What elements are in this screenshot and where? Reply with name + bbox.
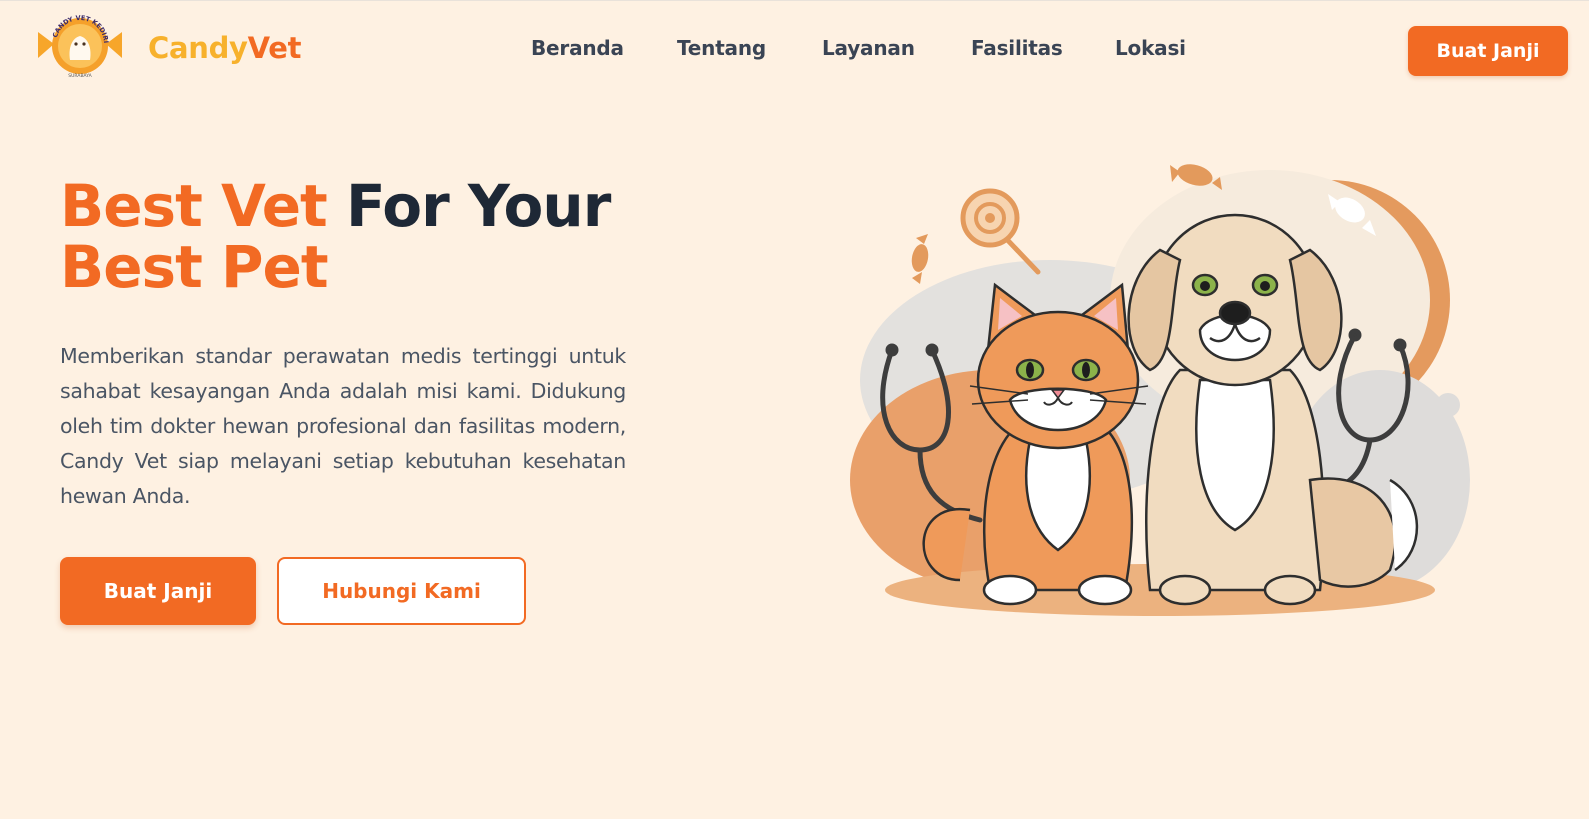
nav-link-layanan[interactable]: Layanan <box>822 36 915 60</box>
svg-text:SURABAYA: SURABAYA <box>68 73 92 79</box>
nav-link-fasilitas[interactable]: Fasilitas <box>971 36 1063 60</box>
nav-link-beranda[interactable]: Beranda <box>531 36 624 60</box>
hero-title-middle: For Your <box>345 172 611 240</box>
logo[interactable]: CANDY VET KEDIRIAN SURABAYA <box>36 14 124 80</box>
hero-title-highlight-2: Best Pet <box>60 233 329 301</box>
lollipop-icon <box>960 188 1041 275</box>
brand-name[interactable]: CandyVet <box>148 31 301 65</box>
header-appointment-button[interactable]: Buat Janji <box>1408 26 1568 76</box>
site-header: CANDY VET KEDIRIAN SURABAYA CandyVet Ber… <box>0 0 1589 100</box>
brand-name-part1: Candy <box>148 31 248 65</box>
cat-and-dog-illustration-icon <box>850 164 1470 616</box>
hero-title: Best Vet For Your Best Pet <box>60 176 680 298</box>
contact-us-button[interactable]: Hubungi Kami <box>277 557 526 625</box>
hero-title-highlight-1: Best Vet <box>60 172 328 240</box>
brand-name-part2: Vet <box>247 31 302 65</box>
candy-logo-icon: CANDY VET KEDIRIAN SURABAYA <box>36 14 122 79</box>
nav-link-tentang[interactable]: Tentang <box>677 36 766 60</box>
nav-link-lokasi[interactable]: Lokasi <box>1115 36 1186 60</box>
hero-description: Memberikan standar perawatan medis terti… <box>60 344 626 508</box>
hero-appointment-button[interactable]: Buat Janji <box>60 557 256 625</box>
pets-illustration <box>850 150 1480 630</box>
